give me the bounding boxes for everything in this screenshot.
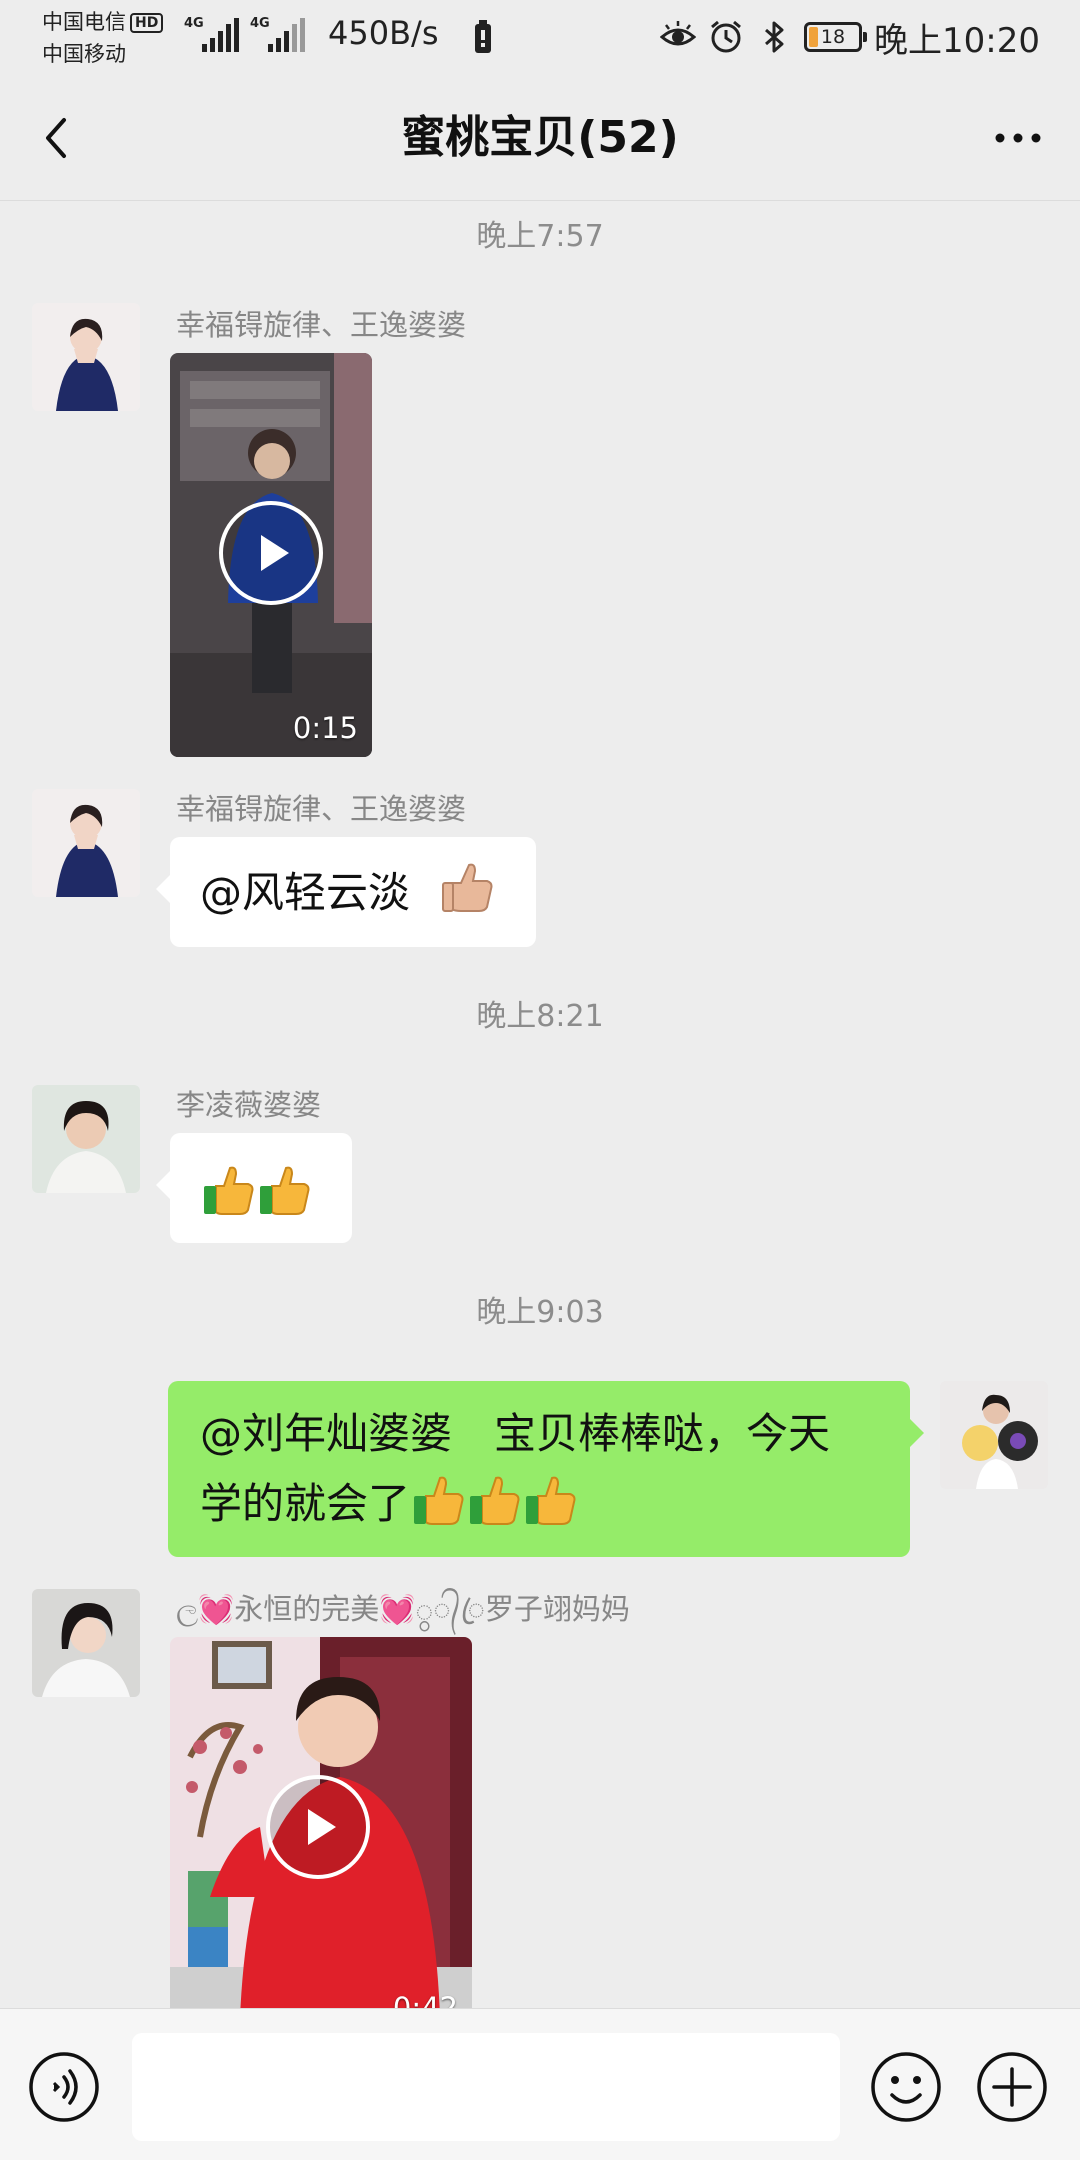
- avatar[interactable]: [32, 789, 140, 897]
- emoji-smile-icon: [871, 2052, 941, 2122]
- play-button[interactable]: [219, 501, 323, 605]
- voice-button[interactable]: [28, 2051, 100, 2123]
- chevron-left-icon: [46, 118, 66, 158]
- play-icon: [261, 535, 289, 571]
- video-message[interactable]: 0:15: [170, 353, 372, 757]
- battery-level: 18: [820, 26, 846, 48]
- message-text-line-2: 学的就会了: [200, 1479, 411, 1528]
- battery-icon: 18: [804, 22, 868, 52]
- input-bar: [0, 2008, 1080, 2160]
- thumbs-up-emoji-icon: [442, 863, 493, 912]
- timestamp: 晚上9:03: [476, 1295, 604, 1330]
- message-text-line-1: @刘年灿婆婆 宝贝棒棒哒，今天: [200, 1409, 831, 1458]
- battery-saver-icon: [475, 20, 491, 53]
- carrier-2-label: 中国移动: [42, 42, 126, 66]
- timestamp: 晚上8:21: [476, 999, 604, 1034]
- play-icon: [308, 1809, 336, 1845]
- net-speed: 450B/s: [328, 14, 439, 52]
- carrier-1-label: 中国电信: [42, 10, 126, 34]
- message-bubble[interactable]: @风轻云淡: [156, 837, 536, 947]
- thumbs-up-emoji-icon: [260, 1166, 310, 1215]
- carrier-info: 中国电信 HD 中国移动: [42, 6, 182, 70]
- back-button[interactable]: [28, 106, 92, 170]
- sender-name: ල💓永恒的完美💓ွ᭄ꦿ罗子翊妈妈: [176, 1589, 630, 1629]
- avatar[interactable]: [32, 1085, 140, 1193]
- video-message[interactable]: 0:42: [170, 1637, 472, 2008]
- chat-header: 蜜桃宝贝(52): [0, 76, 1080, 200]
- sender-name: 幸福锝旋律、王逸婆婆: [176, 792, 467, 826]
- timestamp: 晚上7:57: [476, 219, 604, 254]
- play-button[interactable]: [266, 1775, 370, 1879]
- thumbs-up-emoji-icon: [470, 1476, 520, 1525]
- emoji-button[interactable]: [870, 2051, 942, 2123]
- thumbs-up-emoji-icon: [526, 1476, 576, 1525]
- message-list[interactable]: 晚上7:57 幸福锝旋律、王逸婆婆 0:15 幸福锝旋律、王逸婆婆 @风轻云淡 …: [0, 201, 1080, 2008]
- chat-title: 蜜桃宝贝(52): [401, 112, 679, 163]
- avatar[interactable]: [32, 1589, 140, 1697]
- status-right: 18 晚上10:20: [660, 12, 1040, 62]
- video-duration: 0:42: [392, 1991, 458, 2008]
- eye-comfort-icon: [660, 21, 697, 46]
- clock: 晚上10:20: [874, 20, 1040, 61]
- more-button[interactable]: [986, 106, 1050, 170]
- alarm-icon: [711, 20, 741, 53]
- thumbs-up-emoji-icon: [204, 1166, 254, 1215]
- message-text: @风轻云淡: [200, 868, 411, 917]
- hd-badge: HD: [130, 13, 164, 33]
- plus-icon: [977, 2052, 1047, 2122]
- my-avatar[interactable]: [940, 1381, 1048, 1489]
- bluetooth-icon: [765, 21, 784, 53]
- sender-decor-right: 💓ွ᭄ꦿ: [379, 1592, 485, 1626]
- plus-button[interactable]: [976, 2051, 1048, 2123]
- status-bar: 中国电信 HD 中国移动 4G 4G 450B/s 18 晚上10:20: [0, 0, 1080, 76]
- sender-suffix: 罗子翊妈妈: [484, 1592, 630, 1626]
- sender-decor-left: ල💓: [176, 1592, 235, 1626]
- avatar[interactable]: [32, 303, 140, 411]
- voice-icon: [29, 2052, 99, 2122]
- sender-name: 幸福锝旋律、王逸婆婆: [176, 308, 467, 342]
- message-input[interactable]: [132, 2033, 840, 2141]
- video-duration: 0:15: [292, 711, 358, 745]
- sender-nickname: 永恒的完美: [234, 1592, 380, 1626]
- chat-screen: 中国电信 HD 中国移动 4G 4G 450B/s 18 晚上10:20 蜜桃宝…: [0, 0, 1080, 2160]
- thumbs-up-emoji-icon: [414, 1476, 464, 1525]
- more-dots-icon: [995, 133, 1041, 143]
- message-bubble[interactable]: [156, 1133, 352, 1243]
- message-bubble-outgoing[interactable]: @刘年灿婆婆 宝贝棒棒哒，今天 学的就会了: [168, 1381, 924, 1557]
- sender-name: 李凌薇婆婆: [176, 1088, 322, 1122]
